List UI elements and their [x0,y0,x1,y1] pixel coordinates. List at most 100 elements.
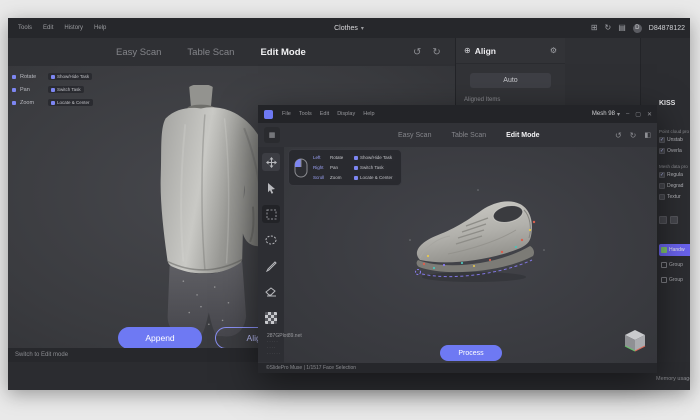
chevron-down-icon: ▾ [617,111,620,118]
project-selector[interactable]: Clothes ▾ [334,18,364,38]
gear-icon[interactable]: ⚙ [550,46,557,55]
viewport-stats: 287GPlot89.net ····· ···· ······ [267,333,302,357]
legend-action: Zoom [330,175,348,180]
tree-item-label: Group [669,262,683,268]
front-tabbar: ▦ Easy Scan Table Scan Edit Mode ↺ ↻ ◧ [258,123,657,147]
tab-table-scan[interactable]: Table Scan [187,47,234,58]
tab-easy-scan[interactable]: Easy Scan [398,132,431,139]
shortcut-chip: Locate & Center [351,174,396,181]
append-button[interactable]: Append [118,327,202,348]
tree-checkbox-row[interactable]: Textur [659,191,690,202]
eraser-tool[interactable] [262,283,280,301]
chip-label: Show/Hide Task [360,155,392,160]
legend-key: Right [313,165,327,170]
chip-label: Switch Task [57,87,81,92]
menu-file[interactable]: File [282,111,291,117]
menu-display[interactable]: Display [337,111,355,117]
rotate-icon [12,75,16,79]
switch-icon [354,166,358,170]
checkbox-label: Regula [667,172,683,178]
menu-edit[interactable]: Edit [320,111,329,117]
redo-icon[interactable]: ↻ [432,47,440,58]
maximize-icon[interactable]: ▢ [635,111,641,118]
tree-item-handwrist[interactable]: Handw [659,244,690,256]
align-panel-header: ⊕ Align ⚙ [456,38,565,64]
checkbox-label: Degrad [667,183,683,189]
chip-label: Locate & Center [360,175,393,180]
redo-icon[interactable]: ↻ [630,131,637,140]
sync-icon[interactable]: ↻ [605,24,612,32]
eye-icon [51,75,55,79]
eye-icon [354,156,358,160]
project-name: Clothes [334,25,358,32]
mouse-legend-front: Left Rotate Show/Hide Task Right Pan Swi… [288,149,402,186]
shortcut-chip: Locate & Center [48,99,93,106]
library-icon[interactable]: ▤ [618,24,626,32]
menu-tools[interactable]: Tools [299,111,312,117]
lasso-tool[interactable] [262,231,280,249]
viewport-3d-front[interactable]: Left Rotate Show/Hide Task Right Pan Swi… [284,147,657,363]
legend-action: Zoom [20,100,44,106]
zoom-icon [12,101,16,105]
checkbox-icon[interactable]: ✓ [659,172,665,178]
auto-align-button[interactable]: Auto [470,73,551,88]
shortcut-chip: Show/Hide Task [48,73,92,80]
back-titlebar-right: ⊞ ↻ ▤ D D84878122 [591,18,685,38]
tree-toolbar [659,216,690,224]
move-tool[interactable] [262,153,280,171]
tree-item-group[interactable]: Group [659,274,690,286]
menu-help[interactable]: Help [363,111,374,117]
rect-select-tool[interactable] [262,205,280,223]
model-menu-tile[interactable]: ▦ [264,127,280,143]
tree-checkbox-row[interactable]: ✓ Overla [659,145,690,156]
checker-view-tool[interactable] [262,309,280,327]
merge-icon[interactable] [659,216,667,224]
undo-icon[interactable]: ↺ [615,131,622,140]
tab-easy-scan[interactable]: Easy Scan [116,47,161,58]
legend-row: Rotate Show/Hide Task [12,71,93,82]
cube-icon [661,262,667,268]
menu-help[interactable]: Help [94,25,106,31]
tab-table-scan[interactable]: Table Scan [451,132,486,139]
grid-icon[interactable]: ⊞ [591,24,598,32]
front-titlebar-right: Mesh 98 ▾ – ▢ ✕ [592,105,652,123]
panel-toggle-icon[interactable]: ◧ [644,131,651,139]
legend-action: Pan [330,165,348,170]
shortcut-chip: Switch Task [351,164,387,171]
switch-icon [51,88,55,92]
tab-edit-mode[interactable]: Edit Mode [506,132,539,139]
tab-edit-mode[interactable]: Edit Mode [260,47,305,58]
menu-tools[interactable]: Tools [18,25,32,31]
menu-history[interactable]: History [64,25,83,31]
checkbox-icon[interactable] [659,194,665,200]
process-button[interactable]: Process [440,345,502,361]
undo-icon[interactable]: ↺ [413,47,421,58]
tree-item-label: Group [669,277,683,283]
front-titlebar: File Tools Edit Display Help Mesh 98 ▾ –… [258,105,657,123]
avatar[interactable]: D [633,24,642,33]
axis-gizmo[interactable] [622,327,648,353]
tree-item-group[interactable]: Group [659,259,690,271]
pointer-tool[interactable] [262,179,280,197]
checkbox-icon[interactable]: ✓ [659,137,665,143]
align-icon: ⊕ [464,46,471,55]
checkbox-icon[interactable]: ✓ [659,148,665,154]
mouse-legend-back: Rotate Show/Hide Task Pan Switch Task [12,71,93,108]
delete-icon[interactable] [670,216,678,224]
menu-edit[interactable]: Edit [43,25,53,31]
aligned-items-label: Aligned Items [464,97,565,103]
minimize-icon[interactable]: – [626,111,629,117]
mesh-selector[interactable]: Mesh 98 ▾ [592,111,620,118]
pen-tool[interactable] [262,257,280,275]
close-icon[interactable]: ✕ [647,111,652,118]
checkbox-icon[interactable] [659,183,665,189]
tree-checkbox-row[interactable]: ✓ Unstab [659,134,690,145]
back-titlebar: Tools Edit History Help Clothes ▾ ⊞ ↻ ▤ … [8,18,690,38]
legend-key: Scroll [313,175,327,180]
user-id-label: D84878122 [649,25,685,32]
tree-checkbox-row[interactable]: ✓ Regula [659,169,690,180]
tree-panel-header: KISS [659,100,690,107]
shoe-model[interactable] [404,180,554,290]
shortcut-chip: Switch Task [48,86,84,93]
tree-checkbox-row[interactable]: Degrad [659,180,690,191]
